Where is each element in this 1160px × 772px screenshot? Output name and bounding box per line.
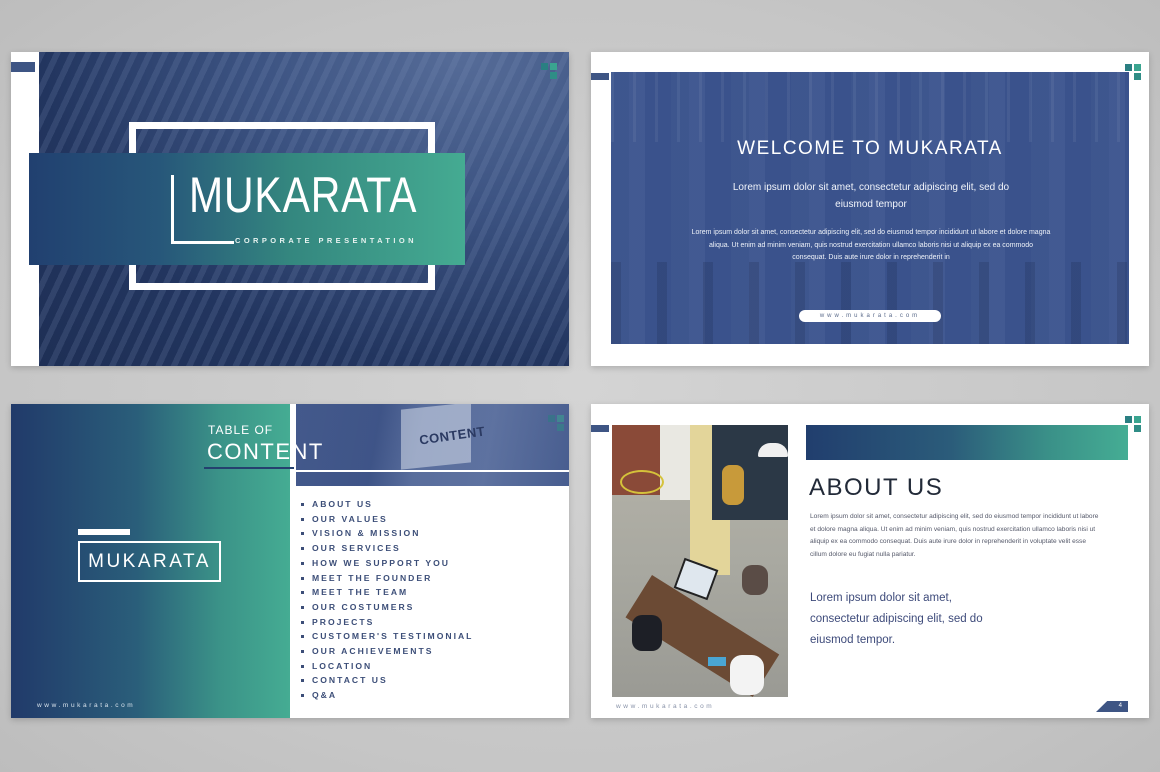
- slide-welcome[interactable]: WELCOME TO MUKARATA Lorem ipsum dolor si…: [591, 52, 1149, 366]
- slide-table-of-content[interactable]: CONTENT TABLE OF CONTENT ABOUT US OUR VA…: [11, 404, 569, 718]
- toc-item[interactable]: OUR COSTUMERS: [301, 600, 473, 615]
- toc-item[interactable]: OUR ACHIEVEMENTS: [301, 644, 473, 659]
- toc-heading: CONTENT: [207, 439, 324, 464]
- page-number: 4: [1096, 701, 1128, 712]
- toc-item[interactable]: MEET THE TEAM: [301, 585, 473, 600]
- person-standing: [722, 465, 744, 505]
- brand-box: MUKARATA: [78, 541, 221, 582]
- cover-subtitle: CORPORATE PRESENTATION: [235, 236, 417, 245]
- toc-item[interactable]: MEET THE FOUNDER: [301, 571, 473, 586]
- brand-accent-bar: [78, 529, 130, 535]
- divider-line: [296, 470, 569, 472]
- gradient-header-bar: [806, 425, 1128, 460]
- squares-logo-icon: [541, 63, 559, 81]
- person-seated: [632, 615, 662, 651]
- toc-item[interactable]: VISION & MISSION: [301, 526, 473, 541]
- toc-item[interactable]: CUSTOMER'S TESTIMONIAL: [301, 629, 473, 644]
- welcome-heading: WELCOME TO MUKARATA: [737, 138, 1003, 159]
- person-seated: [730, 655, 764, 695]
- bicycle: [620, 470, 664, 494]
- slide-about-us[interactable]: ABOUT US Lorem ipsum dolor sit amet, con…: [591, 404, 1149, 718]
- toc-item[interactable]: OUR SERVICES: [301, 541, 473, 556]
- ceiling-texture: [611, 72, 1129, 142]
- website-link[interactable]: www.mukarata.com: [799, 310, 941, 322]
- cover-title: MUKARATA: [189, 167, 418, 223]
- notebook: [708, 657, 726, 666]
- accent-tab: [591, 425, 609, 432]
- toc-list: ABOUT US OUR VALUES VISION & MISSION OUR…: [301, 497, 473, 703]
- toc-heading-small: TABLE OF: [208, 423, 274, 437]
- toc-item[interactable]: CONTACT US: [301, 673, 473, 688]
- welcome-lead: Lorem ipsum dolor sit amet, consectetur …: [732, 182, 1010, 210]
- about-heading: ABOUT US: [809, 474, 944, 501]
- slide-cover[interactable]: MUKARATA CORPORATE PRESENTATION: [11, 52, 569, 366]
- footer-url[interactable]: www.mukarata.com: [37, 702, 135, 709]
- footer-url[interactable]: www.mukarata.com: [616, 703, 714, 710]
- toc-item[interactable]: ABOUT US: [301, 497, 473, 512]
- accent-tab: [591, 73, 609, 80]
- toc-item[interactable]: LOCATION: [301, 659, 473, 674]
- toc-underline: [204, 467, 294, 469]
- person-seated: [742, 565, 768, 595]
- accent-tab: [11, 62, 35, 72]
- toc-item[interactable]: OUR VALUES: [301, 512, 473, 527]
- squares-logo-icon: [548, 415, 566, 433]
- welcome-body: Lorem ipsum dolor sit amet, consectetur …: [691, 229, 1051, 261]
- toc-item[interactable]: HOW WE SUPPORT YOU: [301, 556, 473, 571]
- white-wall: [660, 425, 690, 500]
- team-meeting-image: [612, 425, 788, 697]
- toc-item[interactable]: Q&A: [301, 688, 473, 703]
- about-lead: Lorem ipsum dolor sit amet, consectetur …: [810, 592, 983, 646]
- desks-texture: [611, 262, 1129, 344]
- toc-item[interactable]: PROJECTS: [301, 615, 473, 630]
- about-body: Lorem ipsum dolor sit amet, consectetur …: [810, 513, 1099, 558]
- lamp: [758, 443, 788, 457]
